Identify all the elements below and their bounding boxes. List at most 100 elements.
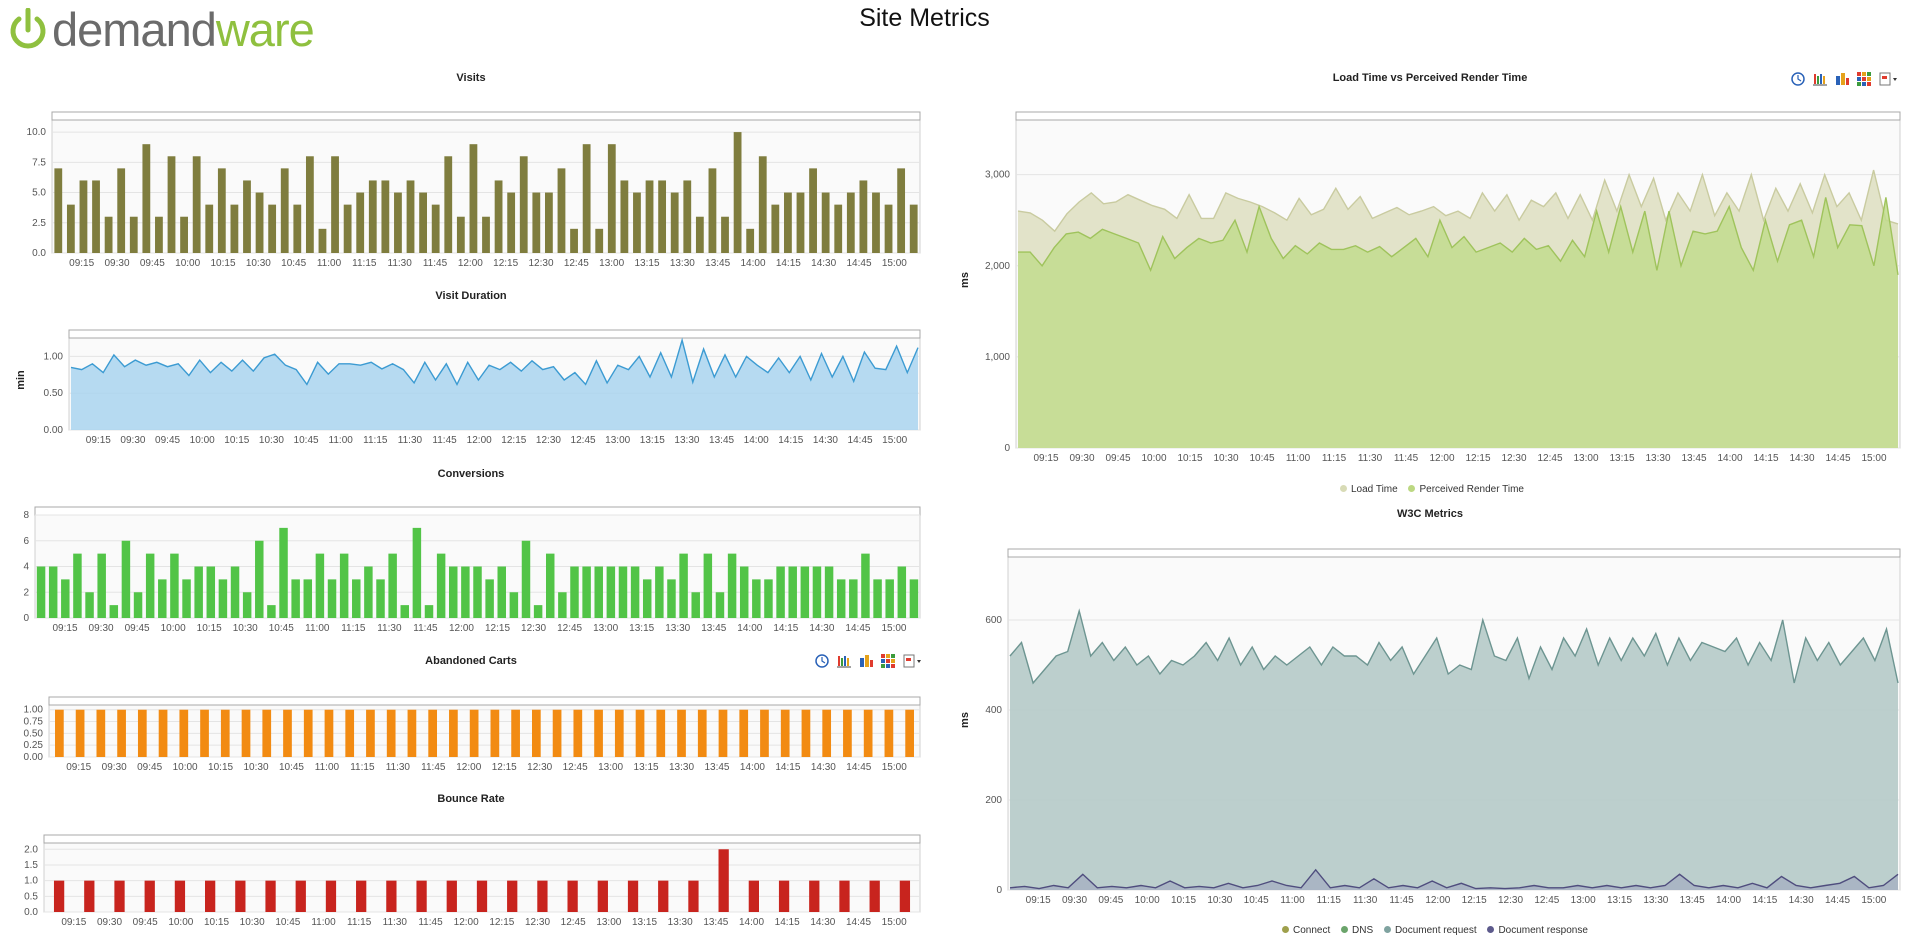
conversions-bar[interactable] bbox=[545, 553, 555, 618]
abandoned_carts-bar[interactable] bbox=[573, 709, 583, 757]
bounce_rate-bar[interactable] bbox=[718, 849, 729, 912]
abandoned_carts-bar[interactable] bbox=[200, 709, 209, 757]
conversions-bar[interactable] bbox=[339, 553, 349, 618]
visits-bar[interactable] bbox=[142, 144, 151, 253]
conversions-bar[interactable] bbox=[897, 566, 907, 619]
abandoned_carts-bar[interactable] bbox=[158, 709, 168, 757]
visits-bar[interactable] bbox=[444, 156, 453, 253]
visits-bar[interactable] bbox=[54, 168, 63, 253]
visits-bar[interactable] bbox=[746, 228, 755, 253]
conversions-bar[interactable] bbox=[606, 566, 616, 619]
visits-bar[interactable] bbox=[469, 144, 478, 253]
conversions-bar[interactable] bbox=[315, 553, 325, 618]
visits-bar[interactable] bbox=[79, 180, 88, 253]
abandoned_carts-bar[interactable] bbox=[303, 709, 313, 757]
conversions-bar[interactable] bbox=[691, 592, 700, 618]
visits-bar[interactable] bbox=[633, 192, 641, 253]
conversions-bar[interactable] bbox=[727, 553, 737, 618]
conversions-bar[interactable] bbox=[800, 566, 810, 619]
visits-bar[interactable] bbox=[167, 156, 176, 253]
conversions-bar[interactable] bbox=[36, 566, 46, 619]
conversions-bar[interactable] bbox=[230, 566, 240, 619]
visits-bar[interactable] bbox=[771, 204, 780, 253]
bounce_rate-bar[interactable] bbox=[869, 880, 880, 912]
abandoned_carts-bar[interactable] bbox=[780, 709, 790, 757]
conversions-bar[interactable] bbox=[145, 553, 155, 618]
conversions-bar[interactable] bbox=[679, 553, 688, 618]
abandoned_carts-bar[interactable] bbox=[55, 709, 64, 757]
conversions-bar[interactable] bbox=[752, 579, 761, 618]
conversions-bar[interactable] bbox=[776, 566, 785, 619]
abandoned_carts-bar[interactable] bbox=[822, 709, 832, 757]
bounce_rate-bar[interactable] bbox=[114, 880, 125, 912]
conversions-bar[interactable] bbox=[61, 579, 70, 618]
conversions-bar[interactable] bbox=[109, 605, 119, 618]
visits-bar[interactable] bbox=[620, 180, 629, 253]
visits-bar[interactable] bbox=[544, 192, 553, 253]
abandoned_carts-bar[interactable] bbox=[884, 709, 894, 757]
conversions-bar[interactable] bbox=[812, 566, 822, 619]
bounce_rate-bar[interactable] bbox=[416, 880, 427, 912]
visits-bar[interactable] bbox=[419, 192, 428, 253]
visits-bar[interactable] bbox=[356, 192, 365, 253]
conversions-bar[interactable] bbox=[327, 579, 337, 618]
conversions-bar[interactable] bbox=[449, 566, 458, 619]
abandoned_carts-bar[interactable] bbox=[531, 709, 541, 757]
conversions-bar[interactable] bbox=[703, 553, 713, 618]
bounce_rate-bar[interactable] bbox=[476, 880, 488, 912]
visits-bar[interactable] bbox=[658, 180, 667, 253]
visits-bar[interactable] bbox=[305, 156, 314, 253]
conversions-bar[interactable] bbox=[121, 540, 131, 618]
conversions-bar[interactable] bbox=[521, 540, 531, 618]
visits-bar[interactable] bbox=[230, 204, 239, 253]
abandoned_carts-bar[interactable] bbox=[324, 709, 334, 757]
abandoned_carts-bar[interactable] bbox=[179, 709, 189, 757]
visits-bar[interactable] bbox=[721, 216, 729, 253]
abandoned_carts-bar[interactable] bbox=[137, 709, 147, 757]
abandoned_carts-bar[interactable] bbox=[469, 709, 479, 757]
visits-bar[interactable] bbox=[821, 192, 830, 253]
conversions-bar[interactable] bbox=[170, 553, 179, 618]
visits-bar[interactable] bbox=[494, 180, 503, 253]
conversions-bar[interactable] bbox=[497, 566, 506, 619]
conversions-bar[interactable] bbox=[715, 592, 725, 618]
conversions-bar[interactable] bbox=[509, 592, 519, 618]
visits-bar[interactable] bbox=[708, 168, 717, 253]
conversions-bar[interactable] bbox=[182, 579, 191, 618]
visits-bar[interactable] bbox=[519, 156, 528, 253]
visits-bar[interactable] bbox=[255, 192, 264, 253]
conversions-bar[interactable] bbox=[630, 566, 640, 619]
abandoned_carts-bar[interactable] bbox=[428, 709, 438, 757]
abandoned_carts-bar[interactable] bbox=[283, 709, 292, 757]
conversions-bar[interactable] bbox=[388, 553, 397, 618]
conversions-bar[interactable] bbox=[206, 566, 216, 619]
abandoned_carts-bar[interactable] bbox=[552, 709, 562, 757]
conversions-bar[interactable] bbox=[376, 579, 385, 618]
visits-bar[interactable] bbox=[92, 180, 100, 253]
bounce_rate-bar[interactable] bbox=[748, 880, 759, 912]
bounce_rate-bar[interactable] bbox=[446, 880, 457, 912]
conversions-bar[interactable] bbox=[582, 566, 591, 619]
visits-bar[interactable] bbox=[217, 168, 226, 253]
visits-bar[interactable] bbox=[394, 192, 402, 253]
visits-bar[interactable] bbox=[155, 216, 163, 253]
visits-bar[interactable] bbox=[784, 192, 792, 253]
visits-bar[interactable] bbox=[280, 168, 289, 253]
visits-bar[interactable] bbox=[670, 192, 679, 253]
visits-bar[interactable] bbox=[909, 204, 918, 253]
conversions-bar[interactable] bbox=[533, 605, 543, 618]
conversions-bar[interactable] bbox=[303, 579, 313, 618]
visits-bar[interactable] bbox=[293, 204, 302, 253]
visits-bar[interactable] bbox=[507, 192, 516, 253]
conversions-bar[interactable] bbox=[424, 605, 434, 618]
bounce_rate-bar[interactable] bbox=[295, 880, 306, 912]
conversions-bar[interactable] bbox=[48, 566, 58, 619]
visits-bar[interactable] bbox=[809, 168, 817, 253]
bounce_rate-bar[interactable] bbox=[84, 880, 95, 912]
conversions-bar[interactable] bbox=[255, 540, 264, 618]
conversions-bar[interactable] bbox=[279, 527, 288, 618]
conversions-bar[interactable] bbox=[85, 592, 94, 618]
visits-bar[interactable] bbox=[645, 180, 654, 253]
abandoned_carts-bar[interactable] bbox=[386, 709, 396, 757]
bounce_rate-bar[interactable] bbox=[507, 880, 518, 912]
